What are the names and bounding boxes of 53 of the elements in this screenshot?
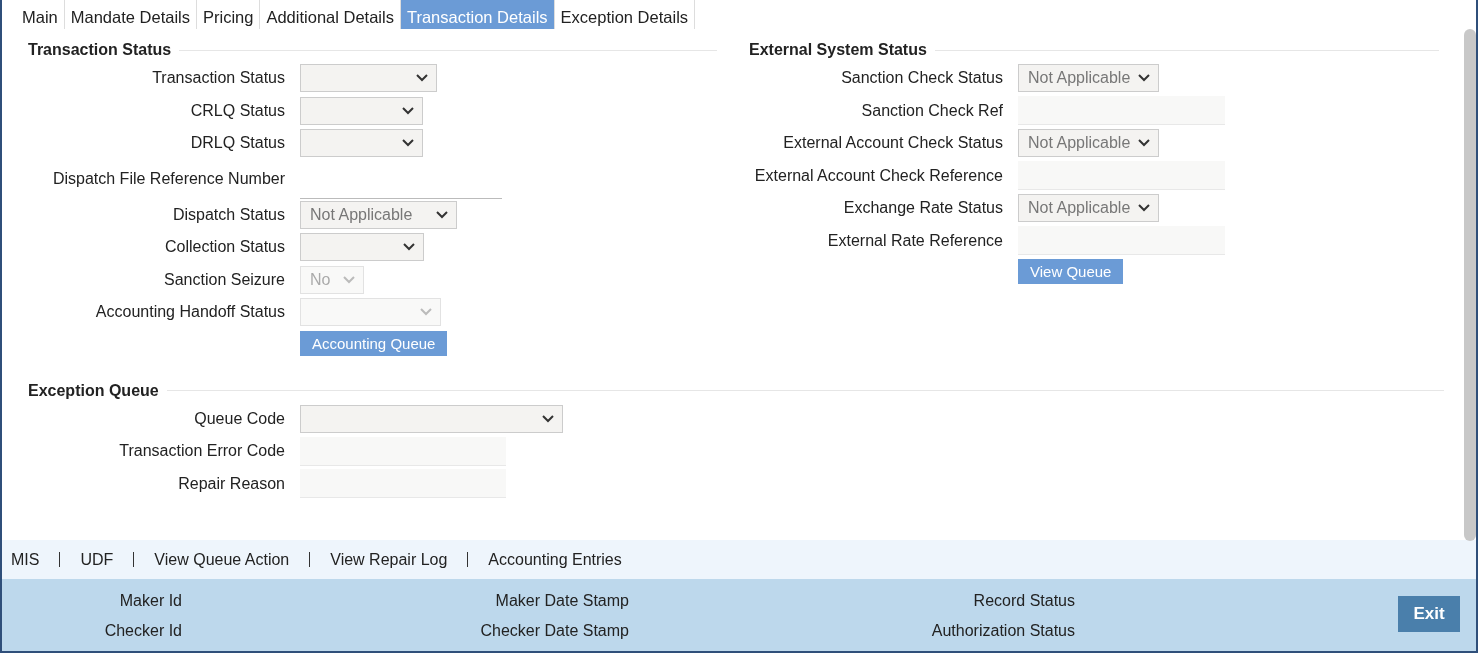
audit-label: Record Status	[972, 591, 1075, 611]
field-label: DRLQ Status	[189, 134, 286, 153]
chevron-icon	[420, 308, 432, 317]
chevron-icon	[416, 74, 428, 83]
chevron-icon	[402, 139, 414, 148]
chevron-icon	[436, 210, 448, 219]
chevron-icon	[403, 243, 415, 252]
dropdown-field[interactable]	[300, 129, 423, 158]
field-label: Exchange Rate Status	[842, 199, 1004, 218]
footer-link[interactable]: View Queue Action	[154, 550, 290, 569]
section-title: Transaction Status	[28, 41, 172, 59]
field-label: External Account Check Status	[782, 134, 1004, 153]
footer-link[interactable]: UDF	[80, 550, 114, 569]
chevron-icon	[1138, 139, 1150, 148]
dropdown-field[interactable]: Not Applicable	[1018, 64, 1159, 93]
dropdown-field[interactable]	[300, 404, 563, 433]
audit-label: Maker Date Stamp	[494, 591, 629, 611]
scrollbar[interactable]	[1464, 29, 1476, 541]
chevron-icon	[402, 106, 414, 115]
audit-label: Maker Id	[118, 591, 182, 611]
chevron-icon	[1138, 204, 1150, 213]
chevron-icon	[1138, 74, 1150, 83]
audit-label: Checker Date Stamp	[479, 621, 629, 641]
dropdown-field[interactable]: Not Applicable	[1018, 194, 1159, 223]
field-label: Transaction Error Code	[118, 442, 286, 461]
footer-link[interactable]: MIS	[11, 550, 40, 569]
dropdown-field[interactable]: Not Applicable	[1018, 129, 1159, 158]
dropdown-field[interactable]	[300, 64, 437, 93]
field-label: Queue Code	[193, 409, 286, 428]
field-label: CRLQ Status	[189, 101, 286, 120]
footer-link[interactable]: Accounting Entries	[488, 550, 622, 569]
chevron-icon	[542, 414, 554, 423]
field-label: Dispatch Status	[171, 205, 286, 224]
field-label: Collection Status	[163, 238, 286, 257]
field-label: Dispatch File Reference Number	[51, 170, 286, 188]
dropdown-field[interactable]	[300, 96, 423, 125]
exit-button[interactable]: Exit	[1398, 596, 1460, 632]
chevron-icon	[343, 275, 355, 284]
dropdown-field[interactable]: Not Applicable	[300, 200, 457, 229]
section-title: Exception Queue	[28, 381, 159, 400]
field-label: Accounting Handoff Status	[94, 303, 286, 322]
footer-link[interactable]: View Repair Log	[330, 550, 448, 569]
audit-label: Authorization Status	[930, 621, 1075, 641]
field-label: Transaction Status	[151, 69, 286, 88]
section-title: External System Status	[749, 41, 927, 59]
field-label: Repair Reason	[177, 474, 286, 493]
field-label: Sanction Check Ref	[860, 101, 1004, 120]
field-label: External Account Check Reference	[753, 166, 1004, 185]
field-label: Sanction Check Status	[840, 69, 1004, 88]
field-label: External Rate Reference	[826, 231, 1004, 250]
audit-label: Checker Id	[103, 621, 182, 641]
dropdown-field[interactable]	[300, 233, 424, 262]
field-label: Sanction Seizure	[163, 270, 286, 289]
